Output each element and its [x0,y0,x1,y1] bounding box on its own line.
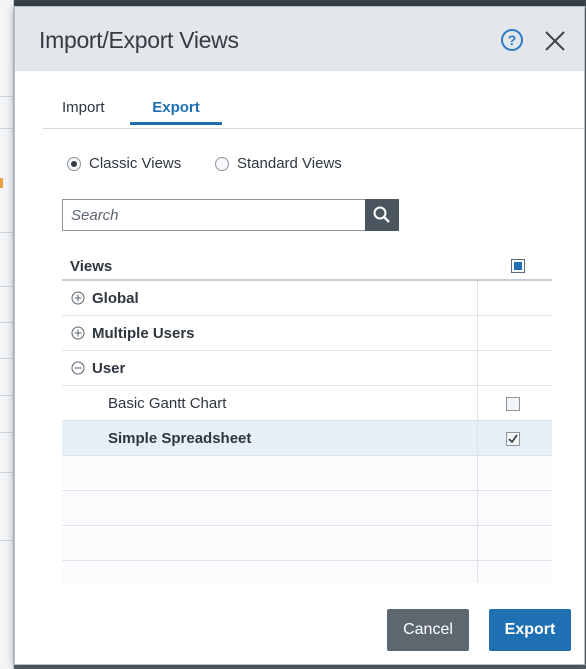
empty-row [62,491,552,526]
tab-export[interactable]: Export [130,99,222,125]
view-checkbox-unchecked[interactable] [506,397,520,411]
tree-row-basic-gantt-chart[interactable]: Basic Gantt Chart [62,386,552,421]
views-column-header: Views [70,258,113,275]
dialog-title: Import/Export Views [39,27,239,53]
radio-button-checked[interactable] [67,157,81,171]
search-icon [373,206,390,223]
views-tree: Global Multiple Users User Basic Gantt C… [62,281,552,583]
radio-label-classic: Classic Views [89,155,182,172]
tree-row-simple-spreadsheet[interactable]: Simple Spreadsheet [62,421,552,456]
tree-row-multiple-users[interactable]: Multiple Users [62,316,552,351]
checkmark-icon [508,434,518,444]
tree-row-label: Global [92,290,139,307]
collapse-minus-icon[interactable] [71,361,85,375]
import-export-dialog: Import/Export Views ? Import Export Clas… [14,6,585,665]
radio-standard-views[interactable]: Standard Views [215,155,375,173]
tree-row-label: Simple Spreadsheet [108,430,252,447]
radio-button-unchecked[interactable] [215,157,229,171]
search-button[interactable] [365,199,399,231]
tab-bar: Import Export [43,71,584,129]
empty-row [62,561,552,583]
dialog-header: Import/Export Views ? [15,7,584,71]
expand-plus-icon[interactable] [71,291,85,305]
select-all-checkbox[interactable] [511,259,525,273]
cancel-button[interactable]: Cancel [387,609,469,651]
tree-row-label: User [92,360,126,377]
background-app-strip [0,0,14,669]
help-icon[interactable]: ? [501,29,523,51]
empty-row [62,456,552,491]
tree-row-user[interactable]: User [62,351,552,386]
search-input[interactable] [62,199,365,231]
close-icon[interactable] [543,29,567,53]
expand-plus-icon[interactable] [71,326,85,340]
tab-import[interactable]: Import [62,99,105,124]
views-table-header: Views [62,249,552,281]
tree-row-label: Multiple Users [92,325,195,342]
radio-label-standard: Standard Views [237,155,342,172]
empty-row [62,526,552,561]
tree-row-label: Basic Gantt Chart [108,395,227,412]
tree-row-global[interactable]: Global [62,281,552,316]
view-checkbox-checked[interactable] [506,432,520,446]
export-button[interactable]: Export [489,609,571,651]
radio-classic-views[interactable]: Classic Views [67,155,217,173]
